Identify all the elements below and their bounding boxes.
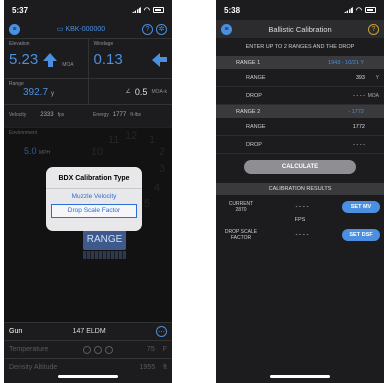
windage-label: Windage [93, 41, 114, 47]
sensor-icon[interactable] [93, 345, 102, 354]
range2-range-input[interactable]: 1772 [320, 124, 365, 130]
angle-icon: ∠ [125, 89, 131, 95]
range2-range-row[interactable]: RANGE 1772 [216, 118, 384, 136]
density-altitude-label: Density Altitude [9, 364, 58, 371]
range2-drop-row[interactable]: DROP - - - - [216, 136, 384, 154]
angle-cell[interactable]: ∠ 0.5 MOA-k [87, 79, 173, 104]
battery-icon [153, 7, 164, 13]
range2-tag: - 1772 [348, 108, 364, 115]
velocity-energy-row: Velocity 2333 fps Energy 1777 ft-lbs [4, 104, 172, 124]
windage-cell[interactable]: Windage 0.13 [87, 39, 173, 78]
elevation-value: 5.23 [9, 51, 39, 68]
sensor-icon[interactable] [82, 345, 91, 354]
more-icon[interactable]: ⋯ [156, 326, 167, 337]
velocity-value: 2333 [40, 111, 54, 118]
wifi-icon: ◠ [143, 7, 150, 14]
density-altitude-value: 1955 [139, 364, 156, 371]
gear-icon[interactable]: ✲ [156, 23, 167, 35]
page-title: Ballistic Calibration [268, 24, 332, 34]
range1-tag: 1943 - 10/21 Y [328, 59, 364, 66]
range1-drop-input[interactable]: - - - - [320, 93, 365, 99]
range-unit: y [51, 91, 55, 97]
muzzle-velocity-option[interactable]: Muzzle Velocity [46, 188, 142, 204]
menu-icon[interactable]: ≡ [9, 23, 20, 35]
rifle-selector[interactable]: ▭ KBK-000000 [57, 25, 105, 33]
range1-header: RANGE 1 1943 - 10/21 Y [216, 56, 384, 69]
home-indicator [270, 375, 330, 378]
range-row: Range 392.7 y ∠ 0.5 MOA-k [4, 78, 172, 104]
range-button[interactable]: RANGE [83, 230, 126, 250]
status-bar: 5:37 ◠ [4, 0, 172, 20]
range2-drop-input[interactable]: - - - - [320, 142, 365, 148]
drop-scale-factor-result: DROP SCALE FACTOR - - - - SET DSF [216, 229, 384, 241]
help-icon[interactable]: ? [142, 23, 153, 35]
temperature-label: Temperature [9, 346, 49, 353]
menu-icon[interactable]: ≡ [221, 23, 232, 35]
top-bar: ≡ ▭ KBK-000000 ? ✲ [4, 20, 172, 38]
muzzle-velocity-result: CURRENT 2870 - - - - SET MV [216, 201, 384, 213]
range-value: 392.7 [23, 87, 49, 98]
elevation-cell[interactable]: Elevation 5.23 MOA [4, 39, 88, 78]
bdx-calibration-type-dialog: BDX Calibration Type Muzzle Velocity Dro… [46, 167, 142, 231]
velocity-cell: Velocity 2333 fps [9, 111, 65, 118]
energy-cell: Energy 1777 ft-lbs [93, 111, 142, 118]
battery-icon [365, 7, 376, 13]
range1-drop-row[interactable]: DROP - - - - MOA [216, 87, 384, 105]
status-time: 5:37 [12, 5, 29, 15]
range1-range-input[interactable]: 393 [320, 75, 365, 81]
range-button-base [83, 251, 126, 259]
windage-value: 0.13 [93, 51, 123, 68]
bdx-calibration-type-screen: 5:37 ◠ ≡ ▭ KBK-000000 ? ✲ Elevation 5.23… [4, 0, 172, 383]
signal-icon [343, 7, 353, 13]
arrow-left-icon [152, 52, 167, 67]
current-value: 2870 [235, 207, 247, 213]
gun-row[interactable]: Gun 147 ELDM ⋯ [4, 322, 172, 340]
angle-value: 0.5 [134, 86, 148, 97]
elevation-label: Elevation [9, 41, 30, 47]
mv-result-value: - - - - [295, 204, 309, 210]
elevation-windage-row: Elevation 5.23 MOA Windage 0.13 [4, 38, 172, 78]
instructions: ENTER UP TO 2 RANGES AND THE DROP [245, 44, 355, 50]
help-icon[interactable]: ? [367, 23, 379, 35]
dsf-result-value: - - - - [295, 232, 309, 238]
energy-value: 1777 [112, 111, 127, 118]
top-bar: ≡ Ballistic Calibration ? [216, 20, 384, 38]
wifi-icon: ◠ [355, 7, 362, 14]
arrow-up-icon [43, 52, 58, 67]
calibration-results-header: CALIBRATION RESULTS [216, 183, 384, 195]
bottom-rows: Gun 147 ELDM ⋯ Temperature 75 F Density … [4, 322, 172, 376]
fps-label: FPS [294, 217, 306, 223]
status-bar: 5:38 ◠ [216, 0, 384, 20]
signal-icon [131, 7, 141, 13]
density-altitude-row[interactable]: Density Altitude 1955 ft [4, 358, 172, 376]
sensor-icon[interactable] [104, 345, 113, 354]
gun-label: Gun [9, 328, 23, 335]
set-mv-button[interactable]: SET MV [342, 201, 380, 213]
range2-header: RANGE 2 - 1772 [216, 105, 384, 118]
gun-value: 147 ELDM [72, 328, 106, 335]
range-cell[interactable]: Range 392.7 y [4, 79, 88, 104]
temperature-value: 75 [146, 346, 155, 353]
ballistic-calibration-screen: 5:38 ◠ ≡ Ballistic Calibration ? ENTER U… [216, 0, 384, 383]
rifle-icon: ▭ [56, 26, 64, 33]
drop-scale-factor-option[interactable]: Drop Scale Factor [51, 204, 137, 218]
calculate-button[interactable]: CALCULATE [244, 160, 356, 174]
set-dsf-button[interactable]: SET DSF [342, 229, 380, 241]
home-indicator [58, 375, 118, 378]
angle-unit: MOA-k [151, 88, 167, 95]
dialog-title: BDX Calibration Type [58, 175, 130, 182]
temperature-row[interactable]: Temperature 75 F [4, 340, 172, 358]
range1-range-row[interactable]: RANGE 393 Y [216, 69, 384, 87]
status-time: 5:38 [224, 5, 241, 15]
elevation-unit: MOA [62, 62, 74, 68]
